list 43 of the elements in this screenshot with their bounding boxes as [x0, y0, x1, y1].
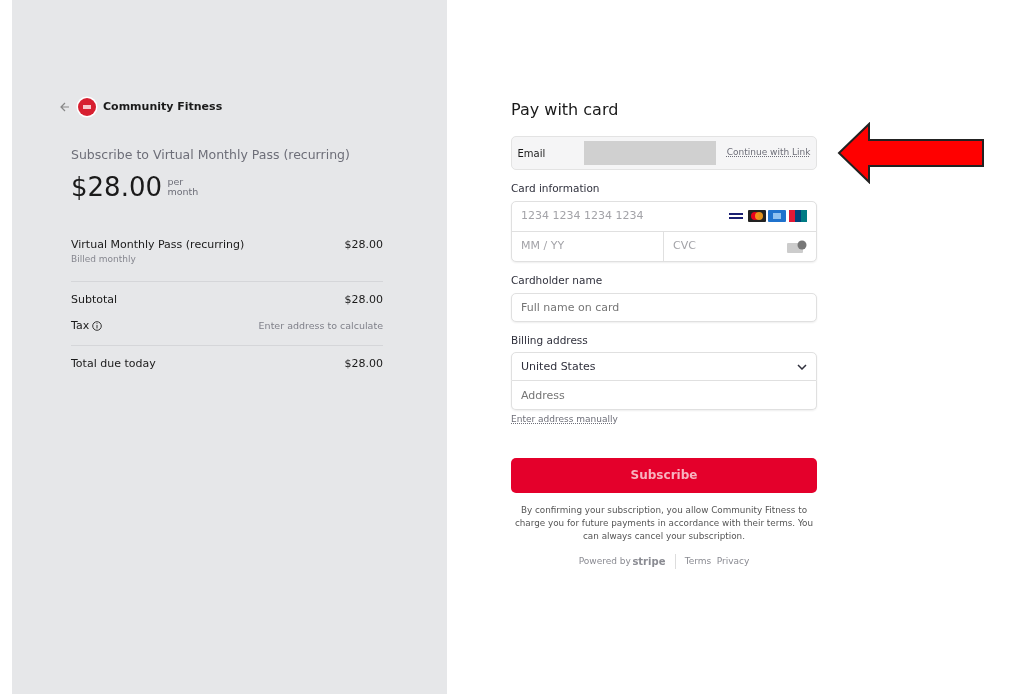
stripe-brand-text: stripe — [632, 554, 677, 570]
logo-icon — [75, 96, 98, 118]
field-label: Billing address — [511, 332, 589, 348]
period-text: per — [167, 176, 184, 187]
terms-text: By confirming your subscription, you allow Community Fitness to charge you for future payments in accordance with their terms. You can always cancel your subscription. — [513, 503, 815, 543]
total-label: Tax — [71, 318, 90, 334]
field-label: Card information — [511, 181, 601, 196]
item-name: Virtual Monthly Pass (recurring) — [71, 236, 245, 253]
price: $28.00 — [71, 170, 162, 204]
card-brand-icon — [747, 210, 766, 223]
total-value: $28.00 — [344, 291, 383, 308]
form-title: Pay with card — [511, 99, 620, 121]
item-note: Billed monthly — [71, 253, 137, 266]
total-value: $28.00 — [344, 355, 383, 372]
item-amount: $28.00 — [344, 236, 383, 253]
total-label: Total due today — [71, 355, 156, 372]
info-icon[interactable] — [91, 321, 102, 332]
chevron-down-icon — [797, 363, 807, 370]
card-number-field[interactable]: 1234 1234 1234 1234 — [512, 201, 816, 231]
subscribe-button[interactable]: Subscribe — [511, 457, 817, 493]
cvc-card-icon — [787, 239, 807, 253]
back-arrow-icon[interactable] — [60, 102, 70, 112]
link-button[interactable]: Continue with Link — [726, 146, 811, 160]
footer-link[interactable]: Terms — [684, 554, 712, 569]
powered-by-text: Powered by — [578, 554, 631, 568]
period-text: month — [167, 187, 199, 198]
total-value: Enter address to calculate — [258, 319, 383, 334]
address-field[interactable]: Address — [511, 381, 817, 411]
footer-link[interactable]: Privacy — [716, 554, 750, 569]
arrow-icon — [837, 122, 987, 184]
email-field[interactable]: Email Continue with Link — [511, 136, 817, 170]
country-select[interactable]: United States — [511, 352, 817, 382]
expiry-field[interactable]: MM / YY — [512, 231, 664, 261]
field-label: Cardholder name — [511, 272, 604, 288]
total-label: Subtotal — [71, 291, 118, 308]
merchant-name: Community Fitness — [103, 98, 223, 115]
card-brand-icon — [789, 210, 807, 223]
cvc-field[interactable]: CVC — [664, 231, 816, 261]
cardholder-name-field[interactable]: Full name on card — [511, 292, 817, 322]
enter-address-manually-link[interactable]: Enter address manually — [511, 413, 618, 427]
card-brand-icon — [768, 210, 787, 223]
email-label: Email — [517, 146, 547, 161]
plan-title: Subscribe to Virtual Monthly Pass (recurring) — [71, 146, 351, 164]
